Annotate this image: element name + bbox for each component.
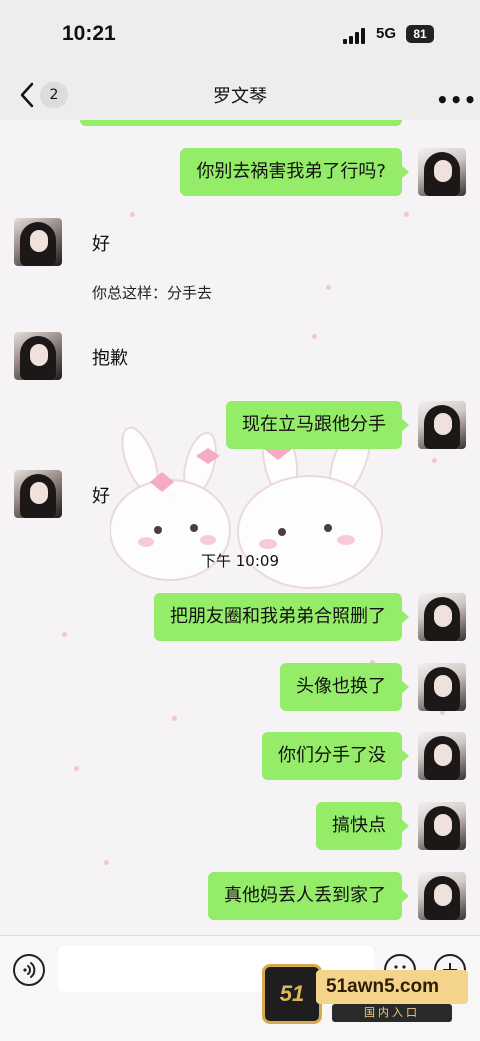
self-avatar[interactable] [418, 148, 466, 196]
chat-area[interactable]: 你别去祸害我弟了行吗? 好 你总这样：分手去 抱歉 现在立马跟他分手 好 下午 … [0, 120, 480, 935]
contact-message-note: 你总这样：分手去 [92, 284, 213, 302]
watermark-site: 51awn5.com [316, 970, 468, 1004]
site-watermark[interactable]: 51 51awn5.com 国内入口 [262, 964, 468, 1024]
voice-icon[interactable] [13, 954, 45, 986]
self-avatar[interactable] [418, 802, 466, 850]
network-label: 5G [376, 25, 397, 42]
self-message-bubble[interactable]: 你别去祸害我弟了行吗? [180, 148, 409, 196]
self-message-bubble[interactable]: 头像也换了 [280, 663, 409, 711]
contact-message-text[interactable]: 好 [92, 482, 110, 508]
bunny-sticker-background [110, 421, 383, 589]
self-message-bubble[interactable]: 现在立马跟他分手 [226, 401, 409, 449]
watermark-badge: 51 [262, 964, 322, 1024]
self-message-bubble[interactable]: 你们分手了没 [262, 732, 409, 780]
contact-message-text[interactable]: 抱歉 [92, 344, 128, 370]
watermark-sub: 国内入口 [332, 1004, 452, 1022]
status-time: 10:21 [62, 22, 116, 45]
self-message-bubble[interactable]: 真他妈丢人丢到家了 [208, 872, 409, 920]
self-avatar[interactable] [418, 872, 466, 920]
previous-bubble[interactable] [80, 120, 402, 126]
self-avatar[interactable] [418, 732, 466, 780]
self-avatar[interactable] [418, 401, 466, 449]
chat-title: 罗文琴 [213, 86, 267, 107]
self-message-bubble[interactable]: 把朋友圈和我弟弟合照删了 [154, 593, 409, 641]
contact-message-text[interactable]: 好 [92, 230, 110, 256]
contact-avatar[interactable] [14, 218, 62, 266]
self-message-bubble[interactable]: 搞快点 [316, 802, 409, 850]
nav-bar: 2 罗文琴 ••• [0, 70, 480, 120]
contact-avatar[interactable] [14, 470, 62, 518]
status-bar: 10:21 5G 81 [0, 0, 480, 70]
contact-avatar[interactable] [14, 332, 62, 380]
self-avatar[interactable] [418, 593, 466, 641]
more-icon[interactable]: ••• [436, 88, 477, 112]
self-avatar[interactable] [418, 663, 466, 711]
message-timestamp: 下午 10:09 [201, 552, 279, 570]
battery-icon: 81 [406, 25, 434, 43]
signal-icon [343, 28, 369, 44]
